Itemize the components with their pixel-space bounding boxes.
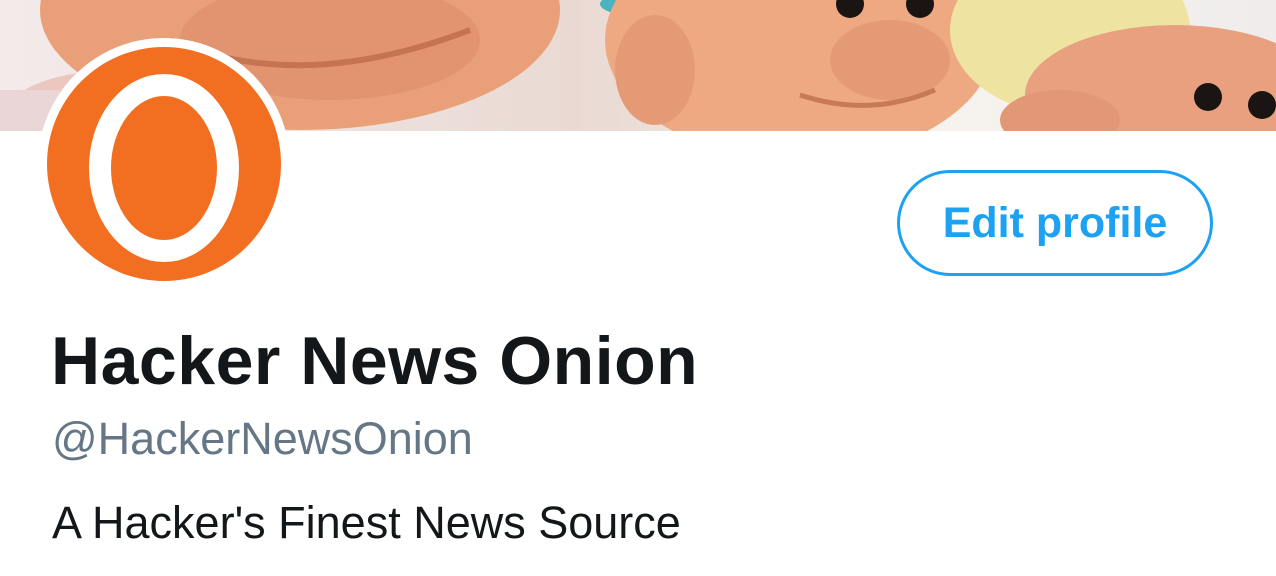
profile-page: Edit profile Hacker News Onion @HackerNe… — [0, 0, 1276, 576]
avatar-logo — [47, 47, 281, 281]
profile-avatar[interactable] — [38, 38, 290, 290]
profile-display-name: Hacker News Onion — [51, 323, 699, 399]
profile-handle: @HackerNewsOnion — [52, 413, 473, 464]
profile-bio: A Hacker's Finest News Source — [52, 497, 681, 548]
edit-profile-button[interactable]: Edit profile — [897, 170, 1213, 276]
onion-o-logo-icon — [89, 74, 239, 262]
